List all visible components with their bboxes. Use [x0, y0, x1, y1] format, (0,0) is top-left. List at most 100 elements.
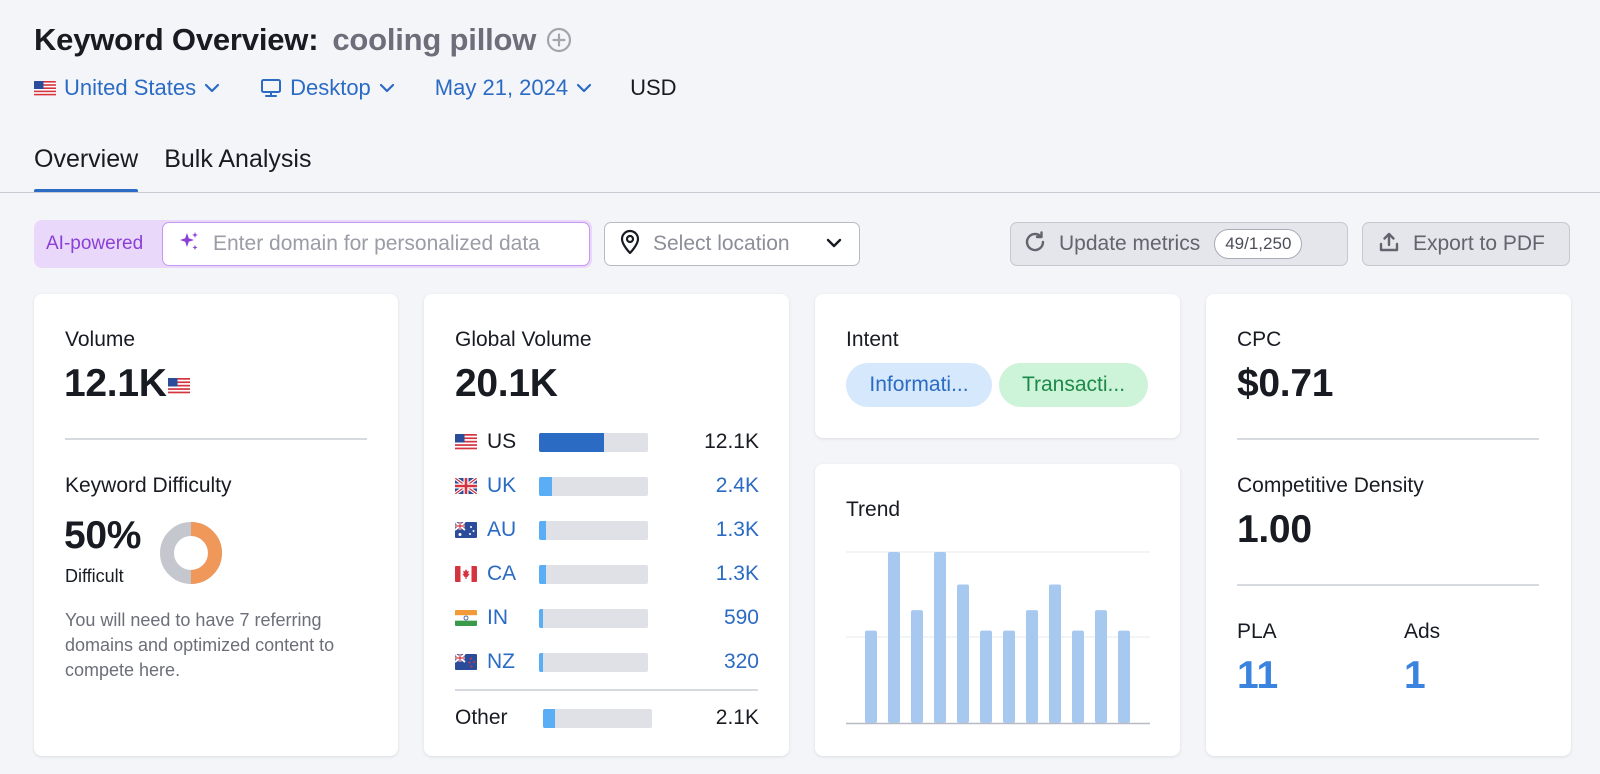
device-dropdown[interactable]: Desktop — [260, 75, 395, 101]
device-label: Desktop — [290, 75, 371, 100]
chevron-down-icon — [825, 236, 843, 254]
kd-level: Difficult — [65, 566, 124, 586]
update-count-badge: 49/1,250 — [1214, 229, 1303, 259]
sparkle-icon — [177, 230, 201, 259]
plus-circle-icon[interactable] — [546, 27, 572, 53]
trend-bar — [934, 552, 946, 723]
ads-label: Ads — [1404, 620, 1441, 643]
trend-bar — [1026, 610, 1038, 723]
volume-value: 12.1K — [64, 362, 167, 405]
global-volume-value: 20.1K — [455, 362, 558, 405]
keyword-title: cooling pillow — [332, 22, 537, 57]
update-metrics-button[interactable]: Update metrics 49/1,250 — [1010, 222, 1348, 266]
country-row-us: US 12.1K — [455, 427, 759, 457]
trend-label: Trend — [846, 498, 901, 521]
domain-input-wrapper[interactable] — [162, 222, 590, 266]
country-share-bar — [539, 520, 648, 540]
filters-bar: United States Desktop May 21, 2024 USD — [34, 70, 677, 106]
trend-bar — [1095, 610, 1107, 723]
country-share-fill — [539, 608, 544, 628]
country-share-bar — [539, 608, 648, 628]
location-pin-icon — [619, 229, 641, 260]
country-share-bar — [539, 432, 648, 452]
divider — [455, 689, 758, 691]
tab-bar: Overview Bulk Analysis — [34, 140, 337, 193]
country-share-fill — [539, 476, 553, 496]
country-row-ca[interactable]: CA 1.3K — [455, 559, 759, 589]
trend-bar — [957, 584, 969, 723]
kd-label: Keyword Difficulty — [65, 474, 232, 497]
country-volume: 2.4K — [715, 474, 759, 497]
location-placeholder: Select location — [653, 232, 790, 255]
intent-label: Intent — [846, 328, 899, 351]
trend-bar — [865, 630, 877, 723]
tab-bulk-analysis[interactable]: Bulk Analysis — [164, 140, 311, 192]
us-flag-icon — [455, 434, 477, 450]
divider — [1237, 438, 1539, 440]
trend-bar — [888, 552, 900, 723]
refresh-icon — [1023, 230, 1047, 259]
intent-badge-transactional[interactable]: Transacti... — [999, 363, 1148, 407]
country-volume: 320 — [723, 650, 759, 673]
country-dropdown[interactable]: United States — [34, 75, 220, 101]
kd-note: You will need to have 7 referring domain… — [65, 610, 335, 680]
country-share-fill — [539, 432, 605, 452]
page-title: Keyword Overview: — [34, 22, 319, 57]
chevron-down-icon — [576, 83, 592, 93]
us-flag-icon — [34, 80, 56, 96]
cpc-label: CPC — [1237, 328, 1282, 351]
country-code: IN — [487, 606, 508, 629]
pla-value[interactable]: 11 — [1237, 654, 1278, 698]
upload-icon — [1377, 230, 1401, 259]
date-label: May 21, 2024 — [434, 75, 569, 100]
chevron-down-icon — [379, 83, 395, 93]
country-share-fill — [539, 564, 547, 584]
country-volume: 1.3K — [715, 518, 759, 541]
divider — [1237, 584, 1539, 586]
country-code: US — [487, 430, 517, 453]
trend-bar — [911, 610, 923, 723]
country-share-bar — [543, 708, 652, 728]
trend-chart — [846, 551, 1150, 725]
au-flag-icon — [455, 522, 477, 538]
intent-badge-informational[interactable]: Informati... — [846, 363, 992, 407]
us-flag-icon — [168, 378, 190, 394]
tab-overview[interactable]: Overview — [34, 140, 139, 193]
country-code: UK — [487, 474, 517, 497]
country-row-in[interactable]: IN 590 — [455, 603, 759, 633]
other-label: Other — [455, 706, 508, 729]
country-volume: 1.3K — [715, 562, 759, 585]
competitive-density-value: 1.00 — [1237, 508, 1312, 551]
competitive-density-label: Competitive Density — [1237, 474, 1424, 497]
chevron-down-icon — [204, 83, 220, 93]
trend-bar — [1072, 630, 1084, 723]
volume-label: Volume — [65, 328, 136, 351]
country-code: CA — [487, 562, 517, 585]
other-volume: 2.1K — [715, 706, 759, 729]
country-code: NZ — [487, 650, 515, 673]
currency-label: USD — [630, 75, 677, 100]
ads-value[interactable]: 1 — [1404, 654, 1426, 698]
trend-bar — [1049, 584, 1061, 723]
country-row-uk[interactable]: UK 2.4K — [455, 471, 759, 501]
date-dropdown[interactable]: May 21, 2024 — [435, 75, 592, 101]
cpc-value: $0.71 — [1237, 362, 1334, 405]
export-pdf-button[interactable]: Export to PDF — [1362, 222, 1570, 266]
country-code: AU — [487, 518, 517, 541]
country-share-fill — [543, 708, 555, 728]
ca-flag-icon — [455, 566, 477, 582]
location-select[interactable]: Select location — [604, 222, 860, 266]
divider — [65, 438, 367, 440]
country-share-fill — [539, 520, 547, 540]
country-share-bar — [539, 652, 648, 672]
tabs-divider — [0, 192, 1600, 193]
country-share-bar — [539, 564, 648, 584]
page-title-row: Keyword Overview: cooling pillow — [34, 18, 572, 62]
country-volume: 12.1K — [704, 430, 759, 453]
country-row-nz[interactable]: NZ 320 — [455, 647, 759, 677]
uk-flag-icon — [455, 478, 477, 494]
domain-input[interactable] — [213, 232, 583, 256]
country-row-au[interactable]: AU 1.3K — [455, 515, 759, 545]
kd-value: 50% — [64, 514, 142, 557]
nz-flag-icon — [455, 654, 477, 670]
